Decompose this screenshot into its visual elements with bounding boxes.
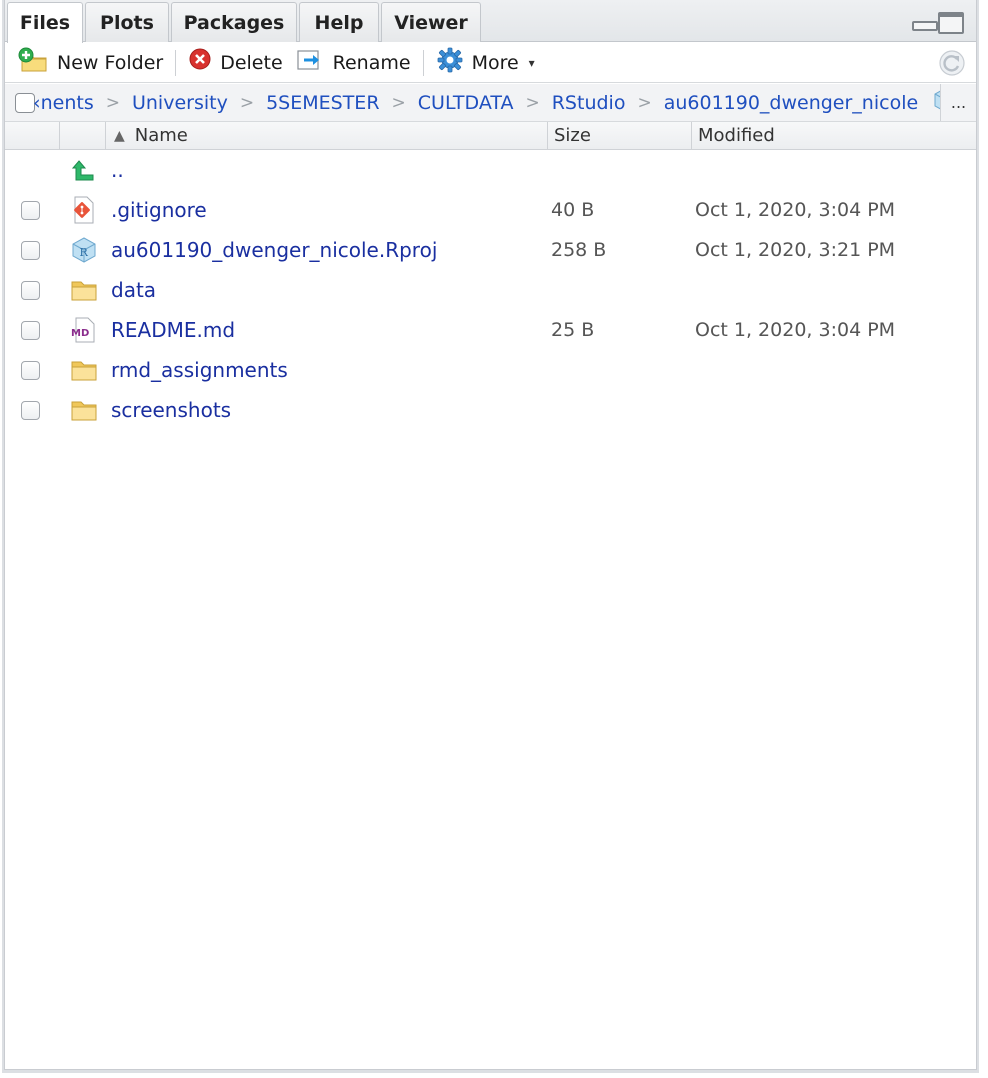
breadcrumb-item-5semester[interactable]: 5SEMESTER <box>266 92 379 114</box>
row-checkbox[interactable] <box>21 320 40 340</box>
tab-viewer[interactable]: Viewer <box>381 2 481 42</box>
list-item[interactable]: R au601190_dwenger_nicole.Rproj 258 B Oc… <box>5 230 976 270</box>
folder-icon <box>69 395 99 425</box>
row-checkbox[interactable] <box>21 280 40 300</box>
window-controls <box>910 12 964 34</box>
sort-ascending-icon: ▲ <box>114 127 125 144</box>
breadcrumb-item-university[interactable]: University <box>132 92 228 114</box>
refresh-button[interactable] <box>938 49 966 81</box>
markdown-icon: MD <box>69 315 99 345</box>
rename-button[interactable]: Rename <box>289 48 417 78</box>
rename-label: Rename <box>332 51 411 74</box>
name-column-header[interactable]: ▲ Name <box>105 122 547 149</box>
minimize-pane-button[interactable] <box>910 12 938 34</box>
breadcrumb-path: ‹nents > University > 5SEMESTER > CULTDA… <box>33 86 960 119</box>
toolbar-separator <box>175 49 177 76</box>
breadcrumb-item-cultdata[interactable]: CULTDATA <box>418 92 514 114</box>
file-modified: Oct 1, 2020, 3:04 PM <box>695 319 896 341</box>
row-checkbox[interactable] <box>21 200 40 220</box>
breadcrumb-overflow-button[interactable]: ... <box>940 84 976 121</box>
tab-plots-label: Plots <box>100 11 154 34</box>
tab-packages-label: Packages <box>183 11 285 34</box>
maximize-pane-button[interactable] <box>938 12 964 34</box>
file-name[interactable]: .gitignore <box>111 198 207 222</box>
svg-text:MD: MD <box>71 328 89 339</box>
row-checkbox[interactable] <box>21 400 40 420</box>
list-item[interactable]: .gitignore 40 B Oct 1, 2020, 3:04 PM <box>5 190 976 230</box>
chevron-right-icon: > <box>105 92 120 113</box>
tab-plots[interactable]: Plots <box>85 2 169 42</box>
folder-icon <box>69 355 99 385</box>
file-name[interactable]: data <box>111 278 156 302</box>
size-column-header[interactable]: Size <box>547 122 691 149</box>
file-name[interactable]: rmd_assignments <box>111 358 288 382</box>
folder-icon <box>69 275 99 305</box>
name-column-label: Name <box>134 125 188 146</box>
file-name[interactable]: au601190_dwenger_nicole.Rproj <box>111 238 437 262</box>
gear-icon <box>436 46 464 79</box>
breadcrumb-item-documents[interactable]: ‹nents <box>33 92 94 114</box>
size-column-label: Size <box>554 125 591 146</box>
list-item[interactable]: .. <box>5 150 976 190</box>
file-modified: Oct 1, 2020, 3:04 PM <box>695 199 896 221</box>
delete-label: Delete <box>220 51 283 74</box>
rproj-icon: R <box>69 235 99 265</box>
refresh-icon <box>938 50 966 81</box>
breadcrumb-item-rstudio[interactable]: RStudio <box>552 92 626 114</box>
list-item[interactable]: screenshots <box>5 390 976 430</box>
new-folder-icon <box>17 47 49 78</box>
row-checkbox[interactable] <box>21 240 40 260</box>
breadcrumb: ‹nents > University > 5SEMESTER > CULTDA… <box>5 84 976 122</box>
rename-icon <box>295 48 325 77</box>
file-size: 40 B <box>551 199 595 221</box>
file-size: 25 B <box>551 319 595 341</box>
dropdown-caret-icon: ▾ <box>528 55 535 70</box>
breadcrumb-item-project[interactable]: au601190_dwenger_nicole <box>664 92 918 114</box>
list-item[interactable]: rmd_assignments <box>5 350 976 390</box>
file-name[interactable]: .. <box>111 158 124 182</box>
tab-files-label: Files <box>19 12 71 34</box>
gitignore-icon <box>69 195 99 225</box>
modified-column-label: Modified <box>698 125 775 146</box>
row-checkbox[interactable] <box>21 360 40 380</box>
breadcrumb-overflow-label: ... <box>950 93 967 112</box>
files-toolbar: New Folder Delete Rename More ▾ <box>5 43 976 83</box>
delete-icon <box>188 48 212 77</box>
new-folder-label: New Folder <box>57 51 164 74</box>
file-name[interactable]: README.md <box>111 318 235 342</box>
delete-button[interactable]: Delete <box>182 48 288 78</box>
list-item[interactable]: data <box>5 270 976 310</box>
tab-help[interactable]: Help <box>299 2 379 42</box>
chevron-right-icon: > <box>239 92 255 113</box>
chevron-right-icon: > <box>391 92 406 113</box>
more-label: More <box>471 51 519 74</box>
file-table-header: ▲ Name Size Modified <box>5 122 976 150</box>
tab-files[interactable]: Files <box>7 2 83 43</box>
more-button[interactable]: More ▾ <box>430 46 541 79</box>
modified-column-header[interactable]: Modified <box>691 122 978 149</box>
file-size: 258 B <box>551 239 607 261</box>
tab-help-label: Help <box>314 11 364 34</box>
tab-strip: Files Plots Packages Help Viewer <box>5 0 976 43</box>
files-pane: Files Plots Packages Help Viewer New Fol… <box>4 0 977 1070</box>
new-folder-button[interactable]: New Folder <box>11 47 169 78</box>
svg-text:R: R <box>80 246 89 259</box>
tab-viewer-label: Viewer <box>394 11 468 34</box>
tab-packages[interactable]: Packages <box>171 2 297 42</box>
list-item[interactable]: MD README.md 25 B Oct 1, 2020, 3:04 PM <box>5 310 976 350</box>
toolbar-separator <box>422 49 424 76</box>
header-icon-column <box>59 122 105 149</box>
select-all-checkbox[interactable] <box>15 92 35 113</box>
file-modified: Oct 1, 2020, 3:21 PM <box>695 239 896 261</box>
chevron-right-icon: > <box>525 92 540 113</box>
parent-dir-icon <box>69 155 99 185</box>
file-name[interactable]: screenshots <box>111 398 231 422</box>
chevron-right-icon: > <box>637 92 652 113</box>
